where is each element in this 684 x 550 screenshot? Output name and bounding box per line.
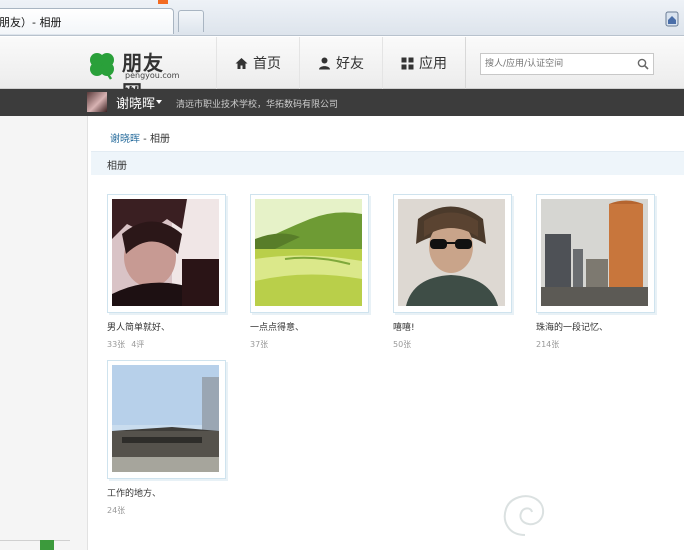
browser-tab-active[interactable]: 朋友）- 相册 bbox=[0, 8, 174, 34]
breadcrumb-separator: - bbox=[140, 134, 150, 145]
breadcrumb: 谢晓晖 - 相册 bbox=[110, 130, 170, 145]
apps-icon bbox=[401, 57, 414, 69]
album-cover-photo[interactable] bbox=[112, 199, 219, 306]
album-meta: 24张 bbox=[107, 505, 131, 516]
avatar[interactable] bbox=[87, 92, 107, 112]
home-icon bbox=[235, 57, 248, 69]
user-affiliation: 清远市职业技术学校，华拓数码有限公司 bbox=[176, 100, 339, 110]
tab-indicator bbox=[158, 0, 168, 4]
logo-subtext: pengyou.com bbox=[125, 71, 180, 80]
album-photo-count: 50张 bbox=[393, 340, 412, 349]
list-icon[interactable] bbox=[40, 540, 54, 550]
album-meta: 50张 bbox=[393, 339, 417, 350]
album-name[interactable]: 一点点得意、 bbox=[250, 320, 304, 333]
nav-apps[interactable]: 应用 bbox=[382, 37, 466, 89]
search-input[interactable] bbox=[481, 54, 631, 74]
album-cover-frame[interactable] bbox=[393, 194, 512, 313]
album-cover-photo[interactable] bbox=[398, 199, 505, 306]
section-title: 相册 bbox=[107, 161, 127, 172]
album-meta: 37张 bbox=[250, 339, 274, 350]
nav-friends-label: 好友 bbox=[336, 56, 364, 72]
breadcrumb-user-link[interactable]: 谢晓晖 bbox=[110, 134, 140, 145]
search-icon[interactable] bbox=[637, 58, 649, 70]
nav-home-label: 首页 bbox=[253, 56, 281, 72]
album-name[interactable]: 工作的地方、 bbox=[107, 486, 161, 499]
album-photo-count: 37张 bbox=[250, 340, 269, 349]
album-cover-photo[interactable] bbox=[255, 199, 362, 306]
swirl-watermark-icon bbox=[503, 495, 545, 536]
album-cover-frame[interactable] bbox=[536, 194, 655, 313]
album-cover-frame[interactable] bbox=[107, 360, 226, 479]
album-meta: 33张 4评 bbox=[107, 339, 150, 350]
breadcrumb-current: 相册 bbox=[149, 134, 170, 145]
user-name[interactable]: 谢晓晖 bbox=[116, 93, 155, 112]
album-comment-count: 4评 bbox=[131, 340, 145, 349]
album-photo-count: 24张 bbox=[107, 506, 126, 515]
section-header: 相册 bbox=[91, 151, 684, 175]
site-header: 朋友网 pengyou.com 首页 好友 应用 bbox=[0, 37, 684, 104]
album-cover-photo[interactable] bbox=[112, 365, 219, 472]
chevron-down-icon[interactable] bbox=[156, 100, 162, 104]
album-photo-count: 33张 bbox=[107, 340, 126, 349]
user-bar: 谢晓晖 清远市职业技术学校，华拓数码有限公司 bbox=[0, 89, 684, 116]
album-name[interactable]: 嘻嘻! bbox=[393, 320, 415, 333]
logo[interactable]: 朋友网 pengyou.com bbox=[87, 47, 183, 104]
album-cover-frame[interactable] bbox=[250, 194, 369, 313]
sidebar-footer bbox=[0, 540, 70, 550]
nav-home[interactable]: 首页 bbox=[216, 37, 300, 89]
album-photo-count: 214张 bbox=[536, 340, 560, 349]
album-meta: 214张 bbox=[536, 339, 565, 350]
nav-apps-label: 应用 bbox=[419, 56, 447, 72]
left-sidebar bbox=[0, 116, 88, 550]
browser-tab-title: 朋友）- 相册 bbox=[0, 16, 62, 29]
user-icon bbox=[319, 57, 330, 69]
browser-tab-strip: 朋友）- 相册 bbox=[0, 0, 684, 36]
album-cover-photo[interactable] bbox=[541, 199, 648, 306]
album-cover-frame[interactable] bbox=[107, 194, 226, 313]
new-tab-button[interactable] bbox=[178, 10, 204, 32]
nav-friends[interactable]: 好友 bbox=[299, 37, 383, 89]
album-name[interactable]: 珠海的一段记忆、 bbox=[536, 320, 608, 333]
clover-logo-icon bbox=[90, 53, 114, 80]
album-name[interactable]: 男人简单就好、 bbox=[107, 320, 170, 333]
home-icon[interactable] bbox=[664, 11, 680, 27]
search-box bbox=[480, 53, 654, 75]
